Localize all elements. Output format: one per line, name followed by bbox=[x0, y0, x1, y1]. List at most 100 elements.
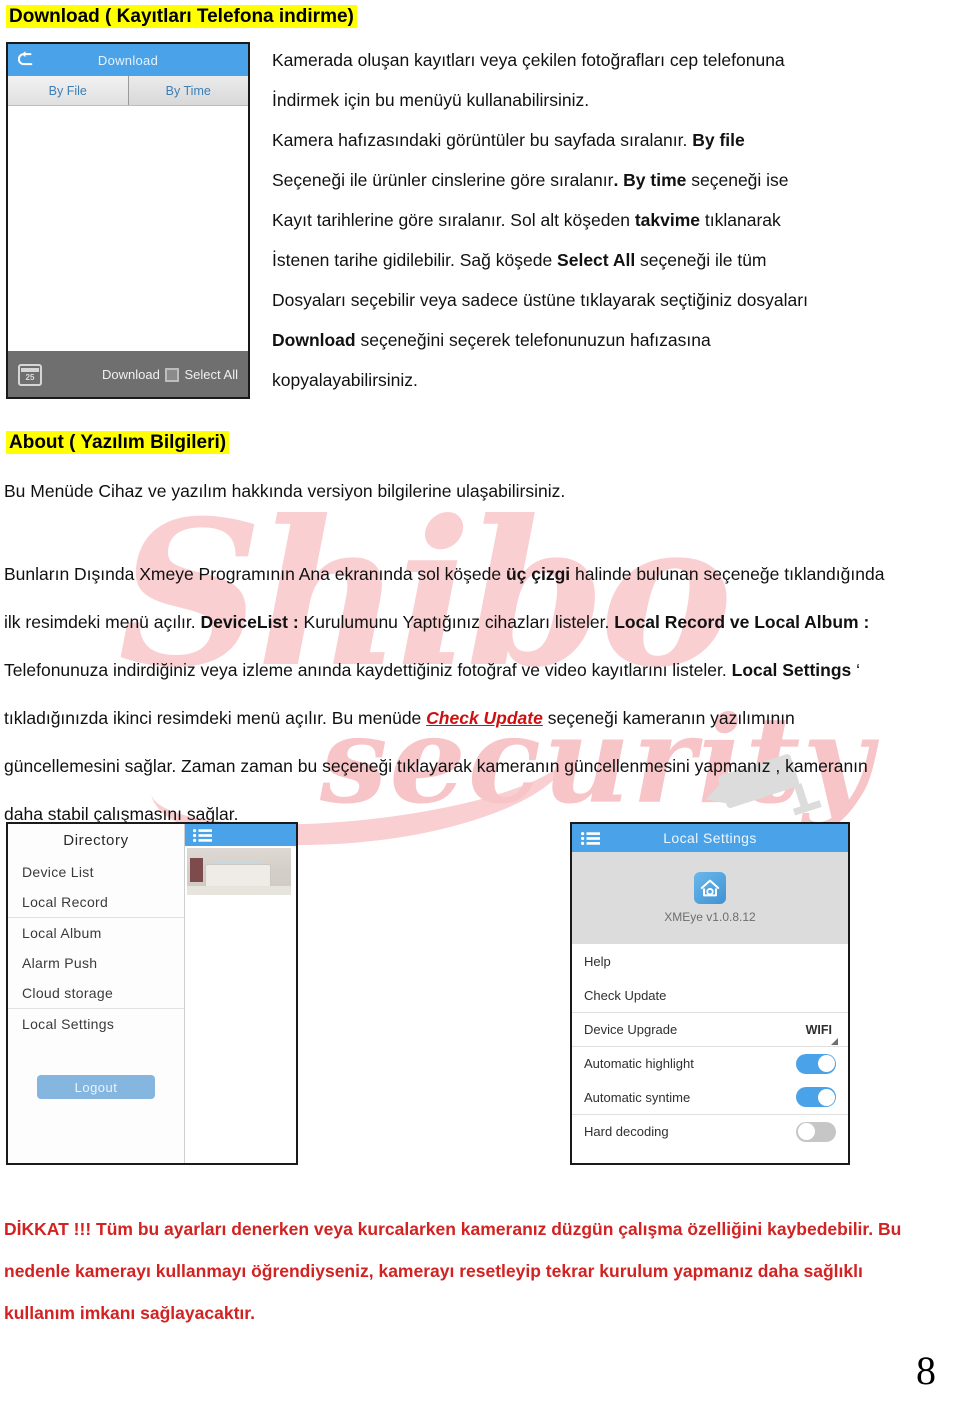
download-desc-text-6b: Select All bbox=[557, 250, 636, 270]
main-text-h: Local Settings bbox=[731, 660, 852, 680]
tab-by-file[interactable]: By File bbox=[8, 76, 129, 105]
download-desc-text-6a: İstenen tarihe gidilebilir. Sağ köşede bbox=[272, 250, 558, 270]
download-tab-bar: By File By Time bbox=[8, 76, 248, 106]
download-desc-text-8a: Download bbox=[272, 330, 356, 350]
settings-app-hero: XMEye v1.0.8.12 bbox=[572, 852, 848, 944]
select-all-label: Select All bbox=[184, 367, 238, 382]
sidebar-item-local-record[interactable]: Local Record bbox=[8, 887, 184, 917]
sidebar-item-local-album[interactable]: Local Album bbox=[8, 917, 184, 948]
about-description-paragraph: Bu Menüde Cihaz ve yazılım hakkında vers… bbox=[4, 481, 566, 501]
download-desc-line-6: İstenen tarihe gidilebilir. Sağ köşede S… bbox=[272, 240, 880, 280]
select-all-control[interactable]: Select All bbox=[164, 367, 238, 382]
download-desc-line-8: Download seçeneğini seçerek telefonunuzu… bbox=[272, 320, 880, 360]
directory-header-title: Directory bbox=[63, 832, 129, 849]
download-desc-line-9: kopyalayabilirsiniz. bbox=[272, 360, 880, 400]
camera-preview-thumbnail[interactable] bbox=[187, 848, 291, 895]
toggle-hard-decoding[interactable] bbox=[796, 1121, 836, 1142]
download-desc-text-6c: seçeneği ile tüm bbox=[635, 250, 767, 270]
device-upgrade-value-text: WIFI bbox=[805, 1022, 832, 1037]
settings-row-help-label: Help bbox=[584, 953, 611, 969]
toggle-knob bbox=[817, 1088, 835, 1106]
section-heading-download: Download ( Kayıtları Telefona indirme) bbox=[6, 5, 357, 28]
download-description-paragraph: Kamerada oluşan kayıtları veya çekilen f… bbox=[272, 40, 880, 400]
settings-row-check-update-label: Check Update bbox=[584, 987, 667, 1003]
local-settings-screen-mockup: Local Settings XMEye v1.0.8.12 Help Chec… bbox=[570, 822, 850, 1165]
calendar-icon[interactable]: 25 bbox=[18, 363, 42, 386]
download-desc-line-2: İndirmek için bu menüyü kullanabilirsini… bbox=[272, 80, 880, 120]
download-desc-line-1: Kamerada oluşan kayıtları veya çekilen f… bbox=[272, 40, 880, 80]
download-desc-text-2: İndirmek için bu menüyü kullanabilirsini… bbox=[272, 90, 590, 110]
toggle-automatic-syntime[interactable] bbox=[796, 1087, 836, 1107]
download-titlebar: Download bbox=[8, 44, 248, 76]
directory-live-view-pane bbox=[184, 824, 296, 1163]
download-desc-text-4c: seçeneği ise bbox=[686, 170, 789, 190]
toggle-automatic-highlight[interactable] bbox=[796, 1053, 836, 1074]
directory-topbar bbox=[185, 824, 296, 846]
download-desc-text-4b: . By time bbox=[613, 170, 687, 190]
download-desc-text-9: kopyalayabilirsiniz. bbox=[272, 370, 418, 390]
hamburger-icon[interactable] bbox=[581, 831, 600, 845]
section-heading-download-text: Download ( Kayıtları Telefona indirme) bbox=[6, 5, 357, 28]
toggle-knob bbox=[797, 1123, 815, 1140]
settings-row-automatic-highlight[interactable]: Automatic highlight bbox=[572, 1046, 848, 1080]
settings-row-automatic-highlight-label: Automatic highlight bbox=[584, 1056, 694, 1071]
download-desc-text-8b: seçeneğini seçerek telefonunuzun hafızas… bbox=[355, 330, 711, 350]
main-text-f: Local Record ve Local Album : bbox=[614, 612, 870, 632]
toggle-knob bbox=[817, 1055, 835, 1072]
settings-row-device-upgrade[interactable]: Device Upgrade WIFI bbox=[572, 1012, 848, 1046]
thumbnail-chair-shape bbox=[190, 858, 203, 882]
main-text-a: Bunların Dışında Xmeye Programının Ana e… bbox=[4, 564, 506, 584]
select-all-checkbox[interactable] bbox=[164, 367, 179, 382]
back-arrow-icon[interactable] bbox=[18, 50, 38, 70]
download-desc-text-7: Dosyaları seçebilir veya sadece üstüne t… bbox=[272, 290, 808, 310]
app-version-label: XMEye v1.0.8.12 bbox=[664, 910, 756, 924]
calendar-icon-day: 25 bbox=[25, 372, 35, 382]
main-text-g: Telefonunuza indirdiğiniz veya izleme an… bbox=[4, 660, 732, 680]
settings-row-hard-decoding[interactable]: Hard decoding bbox=[572, 1114, 848, 1148]
xmeye-home-camera-icon bbox=[694, 872, 726, 904]
download-desc-line-7: Dosyaları seçebilir veya sadece üstüne t… bbox=[272, 280, 880, 320]
settings-topbar: Local Settings bbox=[572, 824, 848, 852]
download-desc-text-3a: Kamera hafızasındaki görüntüler bu sayfa… bbox=[272, 130, 693, 150]
download-desc-text-5a: Kayıt tarihlerine göre sıralanır. Sol al… bbox=[272, 210, 635, 230]
settings-row-automatic-syntime[interactable]: Automatic syntime bbox=[572, 1080, 848, 1114]
directory-screen-mockup: Directory Device List Local Record Local… bbox=[6, 822, 298, 1165]
hamburger-icon[interactable] bbox=[193, 828, 212, 842]
logout-button[interactable]: Logout bbox=[37, 1075, 155, 1099]
warning-paragraph: DİKKAT !!! Tüm bu ayarları denerken veya… bbox=[4, 1219, 902, 1323]
download-desc-text-1: Kamerada oluşan kayıtları veya çekilen f… bbox=[272, 50, 785, 70]
tab-by-time[interactable]: By Time bbox=[128, 76, 248, 105]
main-text-e: Kurulumunu Yaptığınız cihazları listeler… bbox=[298, 612, 615, 632]
sidebar-item-device-list[interactable]: Device List bbox=[8, 857, 184, 887]
corner-indicator-icon bbox=[831, 1037, 838, 1045]
settings-title-text: Local Settings bbox=[663, 830, 757, 846]
download-title-text: Download bbox=[97, 52, 159, 68]
device-upgrade-value: WIFI bbox=[805, 1022, 838, 1045]
sidebar-item-alarm-push[interactable]: Alarm Push bbox=[8, 948, 184, 978]
download-bottom-bar: 25 Download Select All bbox=[8, 351, 248, 397]
check-update-emphasis: Check Update bbox=[426, 708, 543, 728]
settings-row-help[interactable]: Help bbox=[572, 944, 848, 978]
directory-drawer: Directory Device List Local Record Local… bbox=[8, 824, 184, 1163]
download-desc-line-3: Kamera hafızasındaki görüntüler bu sayfa… bbox=[272, 120, 880, 160]
thumbnail-floor-shape bbox=[187, 886, 291, 895]
download-desc-line-5: Kayıt tarihlerine göre sıralanır. Sol al… bbox=[272, 200, 880, 240]
download-desc-text-3b: By file bbox=[692, 130, 745, 150]
download-desc-text-5b: takvime bbox=[634, 210, 701, 230]
settings-row-automatic-syntime-label: Automatic syntime bbox=[584, 1089, 691, 1105]
download-screen-mockup: Download By File By Time 25 Download Sel… bbox=[6, 42, 250, 399]
main-description-paragraph: Bunların Dışında Xmeye Programının Ana e… bbox=[4, 550, 894, 838]
sidebar-item-local-settings[interactable]: Local Settings bbox=[8, 1008, 184, 1039]
download-file-list-area bbox=[8, 106, 248, 351]
settings-row-check-update[interactable]: Check Update bbox=[572, 978, 848, 1012]
section-heading-about-text: About ( Yazılım Bilgileri) bbox=[6, 431, 230, 454]
download-desc-text-5c: tıklanarak bbox=[700, 210, 781, 230]
sidebar-item-cloud-storage[interactable]: Cloud storage bbox=[8, 978, 184, 1008]
main-text-d: DeviceList : bbox=[200, 612, 299, 632]
download-desc-text-4a: Seçeneği ile ürünler cinslerine göre sır… bbox=[272, 170, 614, 190]
settings-row-hard-decoding-label: Hard decoding bbox=[584, 1124, 669, 1139]
download-action-button[interactable]: Download bbox=[102, 367, 160, 382]
page-number: 8 bbox=[916, 1348, 936, 1393]
settings-row-device-upgrade-label: Device Upgrade bbox=[584, 1022, 678, 1037]
thumbnail-sofa-shape bbox=[205, 864, 271, 888]
